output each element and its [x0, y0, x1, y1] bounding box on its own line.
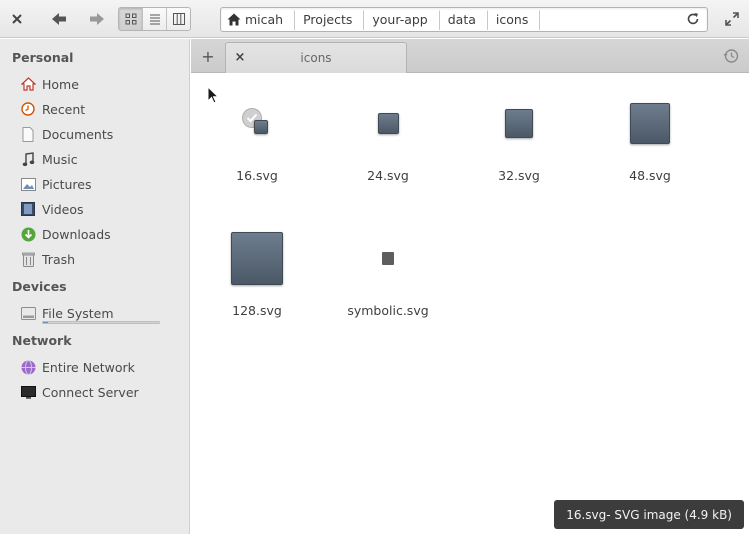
file-thumbnail [595, 80, 705, 166]
pictures-icon [20, 176, 36, 192]
file-name: symbolic.svg [347, 303, 429, 318]
sidebar-item-label: Videos [42, 201, 84, 217]
reload-icon [687, 13, 699, 25]
svg-file-icon [254, 120, 268, 134]
home-icon [227, 13, 241, 26]
sidebar-item-documents[interactable]: Documents [20, 123, 113, 145]
close-window-button[interactable] [2, 0, 32, 38]
sidebar-item-label: Recent [42, 101, 86, 117]
sidebar-item-videos[interactable]: Videos [20, 198, 84, 220]
arrow-right-icon [90, 13, 104, 25]
file-name: 48.svg [629, 168, 671, 183]
breadcrumb-label: your-app [372, 12, 428, 27]
file-item[interactable]: 48.svg [595, 80, 705, 183]
disk-usage-bar [42, 321, 160, 324]
close-tab-button[interactable]: × [232, 49, 248, 65]
mouse-pointer-icon [207, 85, 220, 107]
svg-file-icon [630, 102, 670, 144]
file-item[interactable]: 24.svg [333, 80, 443, 183]
sidebar-item-pictures[interactable]: Pictures [20, 173, 92, 195]
sidebar-item-downloads[interactable]: Downloads [20, 223, 111, 245]
drive-icon [20, 305, 36, 321]
sidebar-item-recent[interactable]: Recent [20, 98, 85, 120]
sidebar-item-label: Documents [42, 126, 114, 142]
closed-tabs-history-button[interactable] [723, 48, 739, 64]
tab-bar: + × icons [191, 39, 749, 73]
file-view: 16.svg 24.svg 32.svg 48.svg 128.svg symb… [191, 74, 749, 534]
new-tab-button[interactable]: + [191, 39, 225, 73]
file-thumbnail [333, 215, 443, 301]
svg-file-icon [505, 108, 533, 138]
sidebar-item-entire-network[interactable]: Entire Network [20, 356, 135, 378]
sidebar-item-label: Trash [42, 251, 76, 267]
sidebar-item-label: Downloads [42, 226, 111, 242]
sidebar-item-label: Connect Server [42, 384, 139, 400]
sidebar-heading-devices: Devices [12, 279, 67, 294]
videos-icon [20, 201, 36, 217]
file-name: 24.svg [367, 168, 409, 183]
file-name: 16.svg [236, 168, 278, 183]
location-bar[interactable]: micah Projects your-app data icons [220, 7, 708, 32]
sidebar-heading-personal: Personal [12, 50, 74, 65]
sidebar-item-trash[interactable]: Trash [20, 248, 75, 270]
file-item[interactable]: 128.svg [202, 215, 312, 318]
file-info-overlay: 16.svg- SVG image (4.9 kB) [554, 500, 744, 529]
breadcrumb-your-app[interactable]: your-app [364, 8, 439, 31]
file-thumbnail [464, 80, 574, 166]
svg-file-icon [377, 112, 399, 134]
breadcrumb-icons[interactable]: icons [488, 8, 540, 31]
sidebar: Personal Home Recent Documents Music Pic… [0, 39, 190, 534]
downloads-icon [20, 226, 36, 242]
grid-icon [125, 13, 136, 25]
view-switcher [118, 7, 191, 31]
sidebar-item-label: File System [42, 305, 114, 321]
file-item[interactable]: 32.svg [464, 80, 574, 183]
sidebar-item-label: Pictures [42, 176, 92, 192]
symbolic-file-icon [382, 251, 394, 265]
file-name: 128.svg [232, 303, 282, 318]
file-thumbnail [202, 215, 312, 301]
list-icon [149, 14, 160, 25]
home-icon [20, 76, 36, 92]
sidebar-item-music[interactable]: Music [20, 148, 78, 170]
documents-icon [20, 126, 36, 142]
breadcrumb-projects[interactable]: Projects [295, 8, 364, 31]
forward-button[interactable] [82, 0, 112, 38]
tab-label: icons [300, 51, 332, 65]
trash-icon [20, 251, 36, 267]
close-icon [12, 14, 22, 24]
sidebar-item-label: Music [42, 151, 78, 167]
arrow-left-icon [52, 13, 66, 25]
recent-icon [20, 101, 36, 117]
sidebar-heading-network: Network [12, 333, 72, 348]
server-icon [20, 384, 36, 400]
file-thumbnail [333, 80, 443, 166]
music-icon [20, 151, 36, 167]
breadcrumb-label: Projects [303, 12, 353, 27]
back-button[interactable] [44, 0, 74, 38]
icon-view-button[interactable] [119, 8, 143, 30]
reload-button[interactable] [685, 11, 701, 27]
breadcrumb-label: icons [495, 12, 529, 27]
breadcrumb-data[interactable]: data [440, 8, 488, 31]
breadcrumb-home[interactable]: micah [221, 8, 295, 31]
breadcrumb-label: data [447, 12, 476, 27]
svg-file-icon [231, 231, 283, 285]
file-name: 32.svg [498, 168, 540, 183]
sidebar-item-connect-server[interactable]: Connect Server [20, 381, 139, 403]
tab-icons[interactable]: × icons [225, 42, 407, 73]
file-item[interactable]: symbolic.svg [333, 215, 443, 318]
list-view-button[interactable] [143, 8, 167, 30]
columns-icon [172, 13, 185, 25]
headerbar: micah Projects your-app data icons [0, 0, 749, 38]
fullscreen-icon [725, 12, 739, 26]
history-icon [723, 49, 739, 63]
network-icon [20, 359, 36, 375]
breadcrumb-label: micah [245, 12, 284, 27]
sidebar-item-home[interactable]: Home [20, 73, 79, 95]
sidebar-item-label: Entire Network [42, 359, 135, 375]
fullscreen-button[interactable] [717, 0, 747, 38]
column-view-button[interactable] [167, 8, 190, 30]
sidebar-item-label: Home [42, 76, 79, 92]
